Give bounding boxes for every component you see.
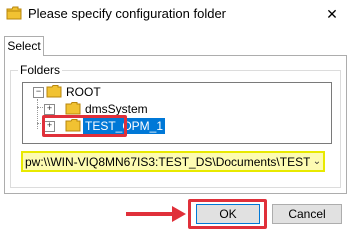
- tab-select[interactable]: Select: [4, 36, 44, 56]
- folders-group-label: Folders: [18, 63, 63, 77]
- cancel-button[interactable]: Cancel: [272, 204, 342, 224]
- annotation-highlight-box: [42, 115, 127, 137]
- expand-icon[interactable]: +: [44, 104, 55, 115]
- annotation-arrow-shaft: [126, 212, 174, 216]
- ok-button[interactable]: OK: [196, 204, 260, 224]
- annotation-arrow-head: [172, 206, 186, 222]
- folder-icon: [46, 85, 62, 98]
- folder-icon: [65, 102, 81, 115]
- tree-item-root[interactable]: − ROOT: [23, 84, 323, 100]
- tree-item-label: ROOT: [66, 85, 101, 99]
- path-combo-value: pw:\\WIN-VIQ8MN67IS3:TEST_DS\Documents\T…: [25, 155, 310, 169]
- folder-icon: [6, 6, 22, 20]
- collapse-icon[interactable]: −: [33, 87, 44, 98]
- chevron-down-icon[interactable]: ⌄: [309, 151, 325, 172]
- window-title: Please specify configuration folder: [28, 6, 227, 21]
- close-icon: ✕: [326, 6, 338, 22]
- close-button[interactable]: ✕: [312, 0, 352, 28]
